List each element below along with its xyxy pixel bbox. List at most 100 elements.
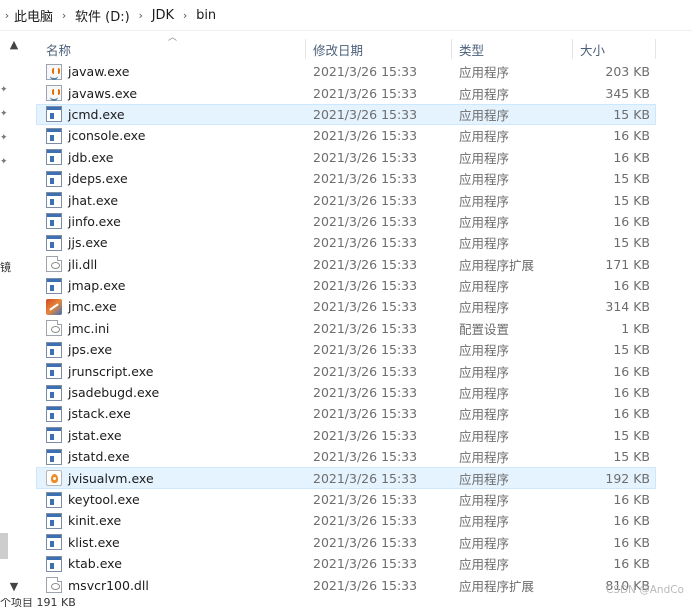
file-row[interactable]: javaw.exe 2021/3/26 15:33 应用程序 203 KB: [36, 61, 656, 82]
file-name-cell[interactable]: keytool.exe: [36, 489, 306, 510]
chevron-right-icon[interactable]: ›: [174, 9, 196, 22]
scrollbar-thumb[interactable]: [0, 533, 8, 559]
file-date: 2021/3/26 15:33: [313, 149, 418, 165]
file-row[interactable]: jmap.exe 2021/3/26 15:33 应用程序 16 KB: [36, 275, 656, 296]
file-row[interactable]: jdb.exe 2021/3/26 15:33 应用程序 16 KB: [36, 147, 656, 168]
file-type: 应用程序: [459, 214, 510, 230]
file-name-cell[interactable]: jmap.exe: [36, 275, 306, 296]
file-name-cell[interactable]: klist.exe: [36, 532, 306, 553]
file-row[interactable]: jconsole.exe 2021/3/26 15:33 应用程序 16 KB: [36, 125, 656, 146]
file-name: ktab.exe: [68, 556, 122, 572]
file-size: 15 KB: [613, 235, 650, 251]
file-name-cell[interactable]: jcmd.exe: [36, 104, 306, 125]
file-name-cell[interactable]: jsadebugd.exe: [36, 382, 306, 403]
exe-icon: [46, 405, 62, 422]
file-row[interactable]: jcmd.exe 2021/3/26 15:33 应用程序 15 KB: [36, 103, 656, 126]
file-size: 16 KB: [613, 149, 650, 165]
scroll-up-icon[interactable]: ▲: [6, 37, 22, 53]
file-row[interactable]: jinfo.exe 2021/3/26 15:33 应用程序 16 KB: [36, 211, 656, 232]
file-name-cell[interactable]: jli.dll: [36, 254, 306, 275]
file-name-cell[interactable]: jhat.exe: [36, 189, 306, 210]
file-row[interactable]: msvcr100.dll 2021/3/26 15:33 应用程序扩展 810 KB: [36, 574, 656, 595]
scroll-down-icon[interactable]: ▼: [6, 579, 22, 595]
pin-icon: ✦: [0, 109, 8, 119]
file-name: jmap.exe: [68, 278, 126, 294]
chevron-right-icon[interactable]: ›: [53, 9, 75, 22]
file-type: 应用程序: [459, 86, 510, 102]
column-resize-handle[interactable]: [655, 39, 656, 59]
file-name-cell[interactable]: jmc.exe: [36, 296, 306, 317]
file-type: 应用程序: [459, 407, 510, 423]
exe-icon: [46, 341, 62, 358]
nav-item-label[interactable]: 镜: [0, 259, 11, 275]
file-name-cell[interactable]: jdb.exe: [36, 147, 306, 168]
column-header-name[interactable]: ︿ 名称: [36, 33, 306, 61]
file-name: javaws.exe: [68, 85, 138, 101]
file-name-cell[interactable]: jstack.exe: [36, 403, 306, 424]
file-row[interactable]: jjs.exe 2021/3/26 15:33 应用程序 15 KB: [36, 232, 656, 253]
file-row[interactable]: klist.exe 2021/3/26 15:33 应用程序 16 KB: [36, 532, 656, 553]
file-name-cell[interactable]: kinit.exe: [36, 510, 306, 531]
file-row[interactable]: ktab.exe 2021/3/26 15:33 应用程序 16 KB: [36, 553, 656, 574]
file-name-cell[interactable]: javaw.exe: [36, 61, 306, 82]
file-name-cell[interactable]: jstat.exe: [36, 425, 306, 446]
file-name-cell[interactable]: jconsole.exe: [36, 125, 306, 146]
chevron-right-icon[interactable]: ›: [0, 9, 14, 22]
breadcrumb-item-bin[interactable]: bin: [196, 3, 216, 27]
file-row[interactable]: jstatd.exe 2021/3/26 15:33 应用程序 15 KB: [36, 446, 656, 467]
file-name-cell[interactable]: javaws.exe: [36, 82, 306, 103]
file-name: jjs.exe: [68, 235, 108, 251]
file-row[interactable]: jps.exe 2021/3/26 15:33 应用程序 15 KB: [36, 339, 656, 360]
breadcrumb-item-this-pc[interactable]: 此电脑: [14, 3, 53, 27]
status-text: 个项目 191 KB: [0, 598, 76, 607]
file-row[interactable]: javaws.exe 2021/3/26 15:33 应用程序 345 KB: [36, 82, 656, 103]
file-row[interactable]: jdeps.exe 2021/3/26 15:33 应用程序 15 KB: [36, 168, 656, 189]
file-name: jps.exe: [68, 342, 113, 358]
column-header-type[interactable]: 类型: [452, 37, 573, 61]
file-row[interactable]: jvisualvm.exe 2021/3/26 15:33 应用程序 192 KB: [36, 467, 656, 489]
file-name-cell[interactable]: jstatd.exe: [36, 446, 306, 467]
file-row[interactable]: jsadebugd.exe 2021/3/26 15:33 应用程序 16 KB: [36, 382, 656, 403]
breadcrumb-item-jdk[interactable]: JDK: [152, 3, 174, 27]
file-row[interactable]: jli.dll 2021/3/26 15:33 应用程序扩展 171 KB: [36, 254, 656, 275]
file-name-cell[interactable]: msvcr100.dll: [36, 574, 306, 595]
file-date: 2021/3/26 15:33: [313, 128, 418, 144]
java-icon: [46, 63, 62, 80]
file-type: 应用程序: [459, 514, 510, 530]
file-row[interactable]: jhat.exe 2021/3/26 15:33 应用程序 15 KB: [36, 189, 656, 210]
file-type: 应用程序: [459, 107, 510, 123]
file-row[interactable]: jmc.ini 2021/3/26 15:33 配置设置 1 KB: [36, 318, 656, 339]
file-name-cell[interactable]: jjs.exe: [36, 232, 306, 253]
column-header-row: ︿ 名称 修改日期 类型 大小: [36, 33, 656, 61]
column-header-date[interactable]: 修改日期: [306, 37, 452, 61]
exe-icon: [46, 106, 62, 123]
file-name: msvcr100.dll: [68, 577, 149, 593]
file-row[interactable]: jmc.exe 2021/3/26 15:33 应用程序 314 KB: [36, 296, 656, 317]
breadcrumb-item-drive-d[interactable]: 软件 (D:): [75, 3, 130, 27]
file-date: 2021/3/26 15:33: [313, 492, 418, 507]
file-name-cell[interactable]: jrunscript.exe: [36, 360, 306, 381]
java-icon: [46, 85, 62, 102]
file-name-cell[interactable]: jmc.ini: [36, 318, 306, 339]
vertical-scrollbar[interactable]: [675, 31, 692, 607]
file-row[interactable]: kinit.exe 2021/3/26 15:33 应用程序 16 KB: [36, 510, 656, 531]
file-row[interactable]: jrunscript.exe 2021/3/26 15:33 应用程序 16 KB: [36, 360, 656, 381]
file-date: 2021/3/26 15:33: [313, 106, 418, 122]
file-name-cell[interactable]: jinfo.exe: [36, 211, 306, 232]
file-row[interactable]: jstat.exe 2021/3/26 15:33 应用程序 15 KB: [36, 425, 656, 446]
file-name-cell[interactable]: jps.exe: [36, 339, 306, 360]
column-header-size[interactable]: 大小: [573, 37, 656, 61]
file-name: jli.dll: [68, 256, 98, 272]
file-type: 应用程序: [459, 364, 510, 380]
file-row[interactable]: keytool.exe 2021/3/26 15:33 应用程序 16 KB: [36, 489, 656, 510]
file-name-cell[interactable]: jvisualvm.exe: [36, 467, 306, 488]
file-name-cell[interactable]: ktab.exe: [36, 553, 306, 574]
file-size: 15 KB: [613, 171, 650, 187]
file-size: 1 KB: [621, 320, 650, 336]
file-type: 应用程序: [459, 300, 510, 316]
file-name-cell[interactable]: jdeps.exe: [36, 168, 306, 189]
file-row[interactable]: jstack.exe 2021/3/26 15:33 应用程序 16 KB: [36, 403, 656, 424]
file-size: 16 KB: [613, 406, 650, 422]
exe-icon: [46, 512, 62, 529]
chevron-right-icon[interactable]: ›: [130, 9, 152, 22]
